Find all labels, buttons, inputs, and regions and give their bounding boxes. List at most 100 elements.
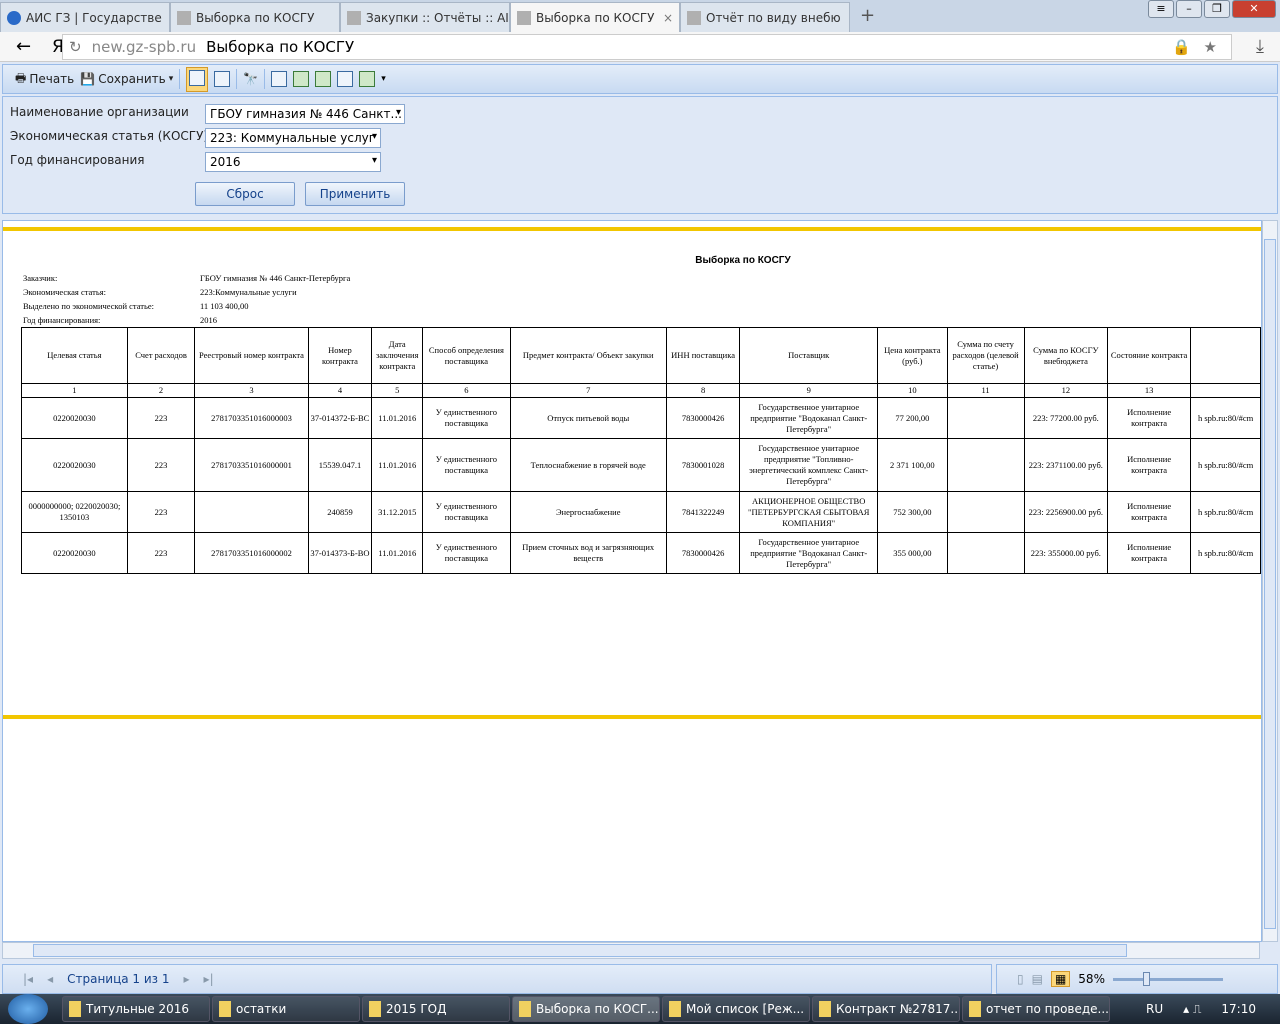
taskbar-item[interactable]: отчет по проведе... bbox=[962, 996, 1110, 1022]
taskbar-item[interactable]: остатки bbox=[212, 996, 360, 1022]
table-cell: 0220020030 bbox=[21, 532, 128, 574]
reload-icon[interactable]: ↻ bbox=[69, 38, 82, 56]
table-cell bbox=[946, 491, 1025, 533]
continuous-view-icon[interactable]: ▤ bbox=[1032, 972, 1043, 986]
browser-tab[interactable]: Выборка по КОСГУ bbox=[170, 2, 340, 32]
print-button[interactable]: 🖶 Печать bbox=[15, 69, 74, 90]
browser-tab[interactable]: Отчёт по виду внебю bbox=[680, 2, 850, 32]
download-icon[interactable]: ⤓ bbox=[1256, 36, 1264, 57]
zoom-slider-thumb[interactable] bbox=[1142, 971, 1150, 986]
bookmark-star-icon[interactable]: ★ bbox=[1204, 38, 1217, 56]
year-select[interactable]: 2016 bbox=[205, 152, 381, 172]
table-cell: Состояние контракта bbox=[1106, 327, 1192, 384]
taskbar-item-label: остатки bbox=[236, 1002, 287, 1016]
tab-label: Выборка по КОСГУ bbox=[536, 10, 655, 25]
taskbar: Титульные 2016 остатки 2015 ГОД Выборка по … bbox=[0, 994, 1280, 1024]
vertical-scrollbar[interactable] bbox=[1262, 220, 1278, 942]
meta-label: Выделено по экономической статье: bbox=[23, 301, 155, 311]
document-map-button[interactable] bbox=[186, 66, 209, 92]
table-cell: Отпуск питьевой воды bbox=[509, 397, 667, 439]
table-cell bbox=[194, 491, 309, 533]
table-cell bbox=[1190, 383, 1261, 398]
table-cell: 11.01.2016 bbox=[371, 532, 424, 574]
table-cell: 2 bbox=[126, 383, 196, 398]
single-page-view-icon[interactable]: ▯ bbox=[1017, 972, 1024, 986]
zoom-slider[interactable] bbox=[1112, 971, 1223, 986]
save-button[interactable]: 💾 Сохранить ▾ bbox=[80, 72, 173, 86]
table-cell: АКЦИОНЕРНОЕ ОБЩЕСТВО "ПЕТЕРБУРГСКАЯ СБЫТ… bbox=[739, 491, 879, 533]
close-window-button[interactable]: ✕ bbox=[1232, 0, 1276, 18]
prev-page-icon[interactable]: ◂ bbox=[47, 972, 53, 986]
page-top-border bbox=[3, 227, 1261, 231]
tools-icon bbox=[517, 10, 531, 25]
table-cell: У единственного поставщика bbox=[422, 491, 511, 533]
table-cell: 223 bbox=[126, 532, 196, 574]
browser-tab[interactable]: Закупки :: Отчёты :: АІ bbox=[340, 2, 510, 32]
new-tab-button[interactable]: + bbox=[850, 5, 885, 32]
table-header-row: Целевая статья Счет расходов Реестровый но… bbox=[21, 327, 1261, 384]
table-cell: h spb.ru:80/#cm bbox=[1190, 438, 1261, 492]
browser-tab[interactable]: АИС ГЗ | Государстве bbox=[0, 2, 170, 32]
table-cell: 223: 2256900.00 руб. bbox=[1023, 491, 1108, 533]
network-icon[interactable]: ▴ ⎍ bbox=[1183, 1002, 1201, 1017]
menu-icon[interactable]: ≡ bbox=[1148, 0, 1174, 18]
report-title: Выборка по КОСГУ bbox=[695, 255, 791, 266]
clock[interactable]: 17:10 bbox=[1221, 1002, 1256, 1017]
binoculars-icon[interactable]: 🔭 bbox=[243, 72, 258, 86]
page-icon[interactable] bbox=[271, 71, 288, 87]
taskbar-item[interactable]: 2015 ГОД bbox=[362, 996, 510, 1022]
table-cell: 7 bbox=[509, 383, 667, 398]
table-cell: Сумма по счету расходов (целевой статье) bbox=[946, 327, 1025, 384]
reset-button[interactable]: Сброс bbox=[195, 182, 295, 206]
table-cell: Государственное унитарное предприятие "В… bbox=[739, 397, 879, 439]
pager-bar: |◂ ◂ Страница 1 из 1 ▸ ▸| bbox=[2, 964, 992, 994]
restore-button[interactable]: ❐ bbox=[1204, 0, 1230, 18]
taskbar-item[interactable]: Титульные 2016 bbox=[62, 996, 210, 1022]
tools-icon bbox=[177, 10, 191, 25]
table-cell bbox=[946, 438, 1025, 492]
last-page-icon[interactable]: ▸| bbox=[204, 972, 214, 986]
start-button[interactable] bbox=[8, 994, 48, 1024]
horizontal-scrollbar[interactable] bbox=[2, 942, 1260, 959]
scrollbar-thumb[interactable] bbox=[33, 944, 1127, 957]
help-page-icon bbox=[189, 69, 206, 86]
meta-label: Год финансирования: bbox=[23, 315, 101, 325]
lock-icon: 🔒 bbox=[1172, 38, 1191, 56]
language-indicator[interactable]: RU bbox=[1146, 1002, 1163, 1017]
table-row: 0220020030 223 2781703351016000001 15539.04… bbox=[21, 438, 1261, 492]
table-cell: Предмет контракта/ Объект закупки bbox=[509, 327, 667, 384]
single-page-icon[interactable] bbox=[293, 71, 310, 87]
meta-value: ГБОУ гимназия № 446 Санкт-Петербурга bbox=[200, 273, 351, 283]
report-viewer: Выборка по КОСГУ Заказчик: ГБОУ гимназия … bbox=[2, 220, 1262, 942]
first-page-icon[interactable]: |◂ bbox=[23, 972, 33, 986]
table-cell: 77 200,00 bbox=[877, 397, 948, 439]
multi-page-icon[interactable] bbox=[359, 71, 376, 87]
org-select[interactable]: ГБОУ гимназия № 446 Санкт... bbox=[205, 104, 405, 124]
table-cell: 3 bbox=[194, 383, 309, 398]
page-setup-icon[interactable] bbox=[337, 71, 354, 87]
multi-page-view-icon[interactable]: ▦ bbox=[1050, 971, 1071, 987]
table-row: 0220020030 223 2781703351016000003 37-01437… bbox=[21, 397, 1261, 439]
minimize-button[interactable]: – bbox=[1176, 0, 1202, 18]
two-page-icon[interactable] bbox=[315, 71, 332, 87]
taskbar-item[interactable]: Мой список [Реж... bbox=[662, 996, 810, 1022]
table-cell: 223: 77200.00 руб. bbox=[1023, 397, 1108, 439]
apply-button[interactable]: Применить bbox=[305, 182, 405, 206]
chevron-down-icon[interactable]: ▾ bbox=[381, 74, 386, 84]
browser-tab-active[interactable]: Выборка по КОСГУ × bbox=[510, 2, 680, 32]
taskbar-item[interactable]: Контракт №27817... bbox=[812, 996, 960, 1022]
close-tab-icon[interactable]: × bbox=[663, 11, 673, 25]
next-page-icon[interactable]: ▸ bbox=[184, 972, 190, 986]
table-cell: 7830000426 bbox=[665, 532, 741, 574]
scrollbar-thumb[interactable] bbox=[1264, 239, 1276, 929]
filter-panel: Наименование организации ГБОУ гимназия №… bbox=[2, 96, 1278, 214]
table-cell: 0220020030 bbox=[21, 438, 128, 492]
table-cell: 4 bbox=[307, 383, 373, 398]
taskbar-item[interactable]: Выборка по КОСГ... bbox=[512, 996, 660, 1022]
page-bottom-border bbox=[3, 715, 1261, 719]
address-input[interactable]: ↻ new.gz-spb.ru Выборка по КОСГУ 🔒 ★ bbox=[62, 34, 1232, 60]
parameters-icon[interactable] bbox=[214, 71, 231, 87]
kosgu-select[interactable]: 223: Коммунальные услуг bbox=[205, 128, 381, 148]
back-arrow-icon[interactable]: ← bbox=[16, 36, 31, 57]
table-row: 0000000000; 0220020030; 1350103 223 240859… bbox=[21, 491, 1261, 533]
